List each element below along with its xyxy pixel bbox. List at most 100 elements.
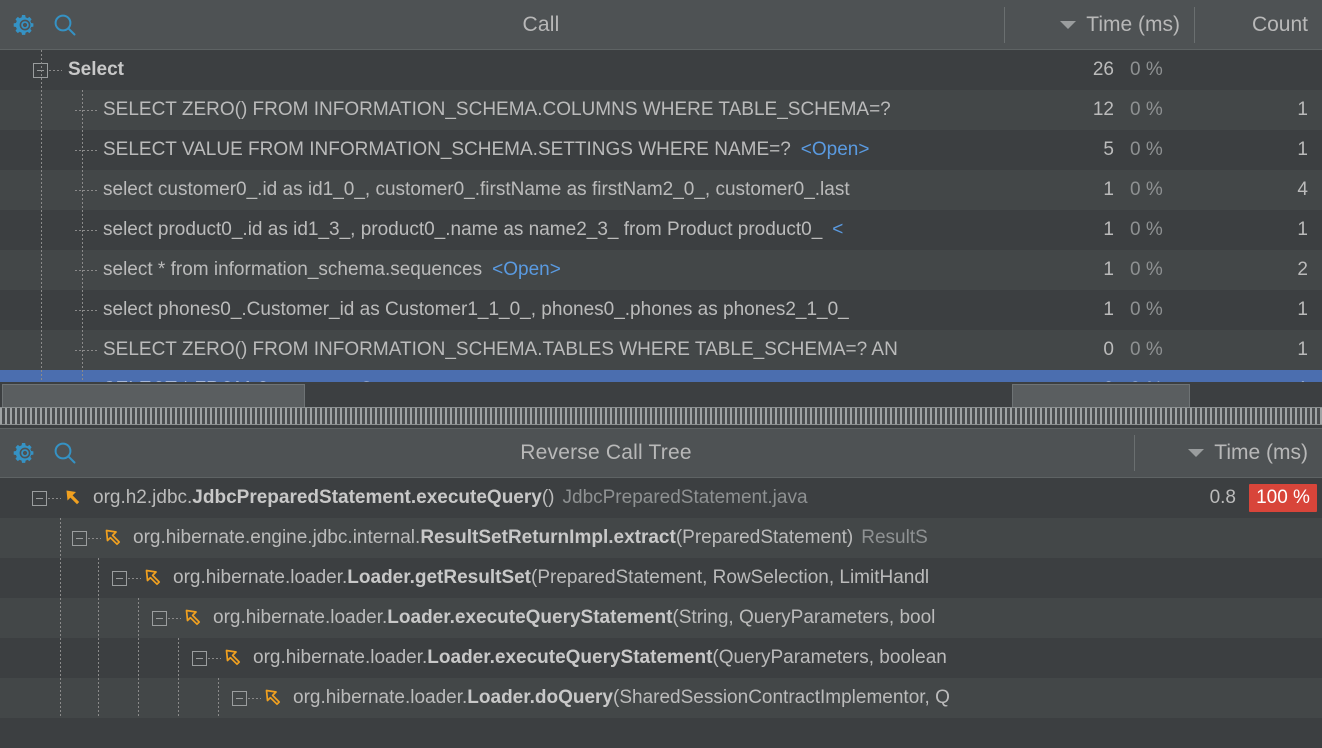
table-row[interactable]: select customer0_.id as id1_0_, customer… — [0, 170, 1322, 210]
cell-percent-badge: 100 % — [1244, 484, 1322, 512]
table-row[interactable]: select product0_.id as id1_3_, product0_… — [0, 210, 1322, 250]
tree-guide-dots — [88, 537, 101, 539]
tree-guide-dots — [75, 309, 97, 311]
tree-guide-dots — [75, 189, 97, 191]
table-row[interactable]: org.hibernate.loader. Loader.executeQuer… — [0, 598, 1322, 638]
cell-percent: 0 % — [1130, 339, 1163, 360]
cell-percent: 0 % — [1130, 299, 1163, 320]
tree-guide-dots — [128, 577, 141, 579]
call-package: org.hibernate.engine.jdbc.internal. — [133, 527, 421, 548]
tree-guide-dots — [75, 229, 97, 231]
expand-collapse-toggle[interactable] — [152, 610, 167, 626]
tree-guide-dots — [208, 657, 221, 659]
row-values: 0 0 % 1 — [1044, 370, 1322, 382]
row-values: 12 0 % 1 — [1044, 90, 1322, 130]
splitter-handle[interactable] — [0, 407, 1322, 425]
table-row[interactable]: org.hibernate.loader. Loader.executeQuer… — [0, 638, 1322, 678]
column-header-call[interactable]: Call — [78, 13, 1004, 37]
row-values: 5 0 % 1 — [1044, 130, 1322, 170]
tree-guide-dots — [75, 269, 97, 271]
call-package: org.h2.jdbc. — [93, 487, 193, 508]
column-header-time-lower[interactable]: Time (ms) — [1134, 435, 1322, 471]
table-row[interactable]: org.hibernate.loader. Loader.getResultSe… — [0, 558, 1322, 598]
table-row[interactable]: SELECT VALUE FROM INFORMATION_SCHEMA.SET… — [0, 130, 1322, 170]
row-values: 1 0 % 1 — [1044, 210, 1322, 250]
cell-count: 2 — [1297, 259, 1308, 280]
call-label: SELECT VALUE FROM INFORMATION_SCHEMA.SET… — [103, 139, 791, 160]
profiler-window: Call Time (ms) Count Select 26 0 % SELEC… — [0, 0, 1322, 748]
expand-collapse-toggle[interactable] — [112, 570, 127, 586]
call-label: select phones0_.Customer_id as Customer1… — [103, 299, 849, 320]
row-values: 26 0 % — [1044, 50, 1322, 90]
cell-time: 1 — [1103, 219, 1114, 240]
row-values: 1 0 % 4 — [1044, 170, 1322, 210]
table-row[interactable]: SELECT ZERO() FROM INFORMATION_SCHEMA.CO… — [0, 90, 1322, 130]
tree-guide-dots — [75, 349, 97, 351]
search-icon[interactable] — [52, 12, 78, 38]
call-method: ResultSetReturnImpl.extract — [420, 527, 676, 548]
call-label: SELECT ZERO() FROM INFORMATION_SCHEMA.CO… — [103, 99, 891, 120]
cell-time: 12 — [1092, 99, 1114, 120]
cell-time: 5 — [1103, 139, 1114, 160]
table-row[interactable]: select * from information_schema.sequenc… — [0, 250, 1322, 290]
arrow-up-left-outline-icon — [223, 647, 245, 669]
cell-count: 1 — [1194, 379, 1322, 382]
gear-icon[interactable] — [12, 440, 38, 466]
call-package: org.hibernate.loader. — [213, 607, 388, 628]
cell-count: 4 — [1297, 179, 1308, 200]
arrow-up-left-filled-icon — [63, 487, 85, 509]
horizontal-scrollbar-area[interactable] — [0, 382, 1322, 428]
expand-collapse-toggle[interactable] — [72, 530, 87, 546]
call-label: select * from information_schema.sequenc… — [103, 259, 483, 280]
cell-count: 1 — [1297, 219, 1308, 240]
tree-guide-dots — [168, 617, 181, 619]
call-tree-toolbar — [0, 12, 78, 38]
tree-guide-dots — [248, 697, 261, 699]
arrow-up-left-outline-icon — [103, 527, 125, 549]
cell-count: 1 — [1297, 339, 1308, 360]
cell-time: 1 — [1103, 259, 1114, 280]
row-values: 0 0 % 1 — [1044, 330, 1322, 370]
tree-guide-dots — [75, 109, 97, 111]
expand-collapse-toggle[interactable] — [232, 690, 247, 706]
table-row[interactable]: org.hibernate.loader. Loader.doQuery (Sh… — [0, 678, 1322, 718]
call-args: (PreparedStatement) — [675, 527, 854, 548]
table-row[interactable]: org.h2.jdbc. JdbcPreparedStatement.execu… — [0, 478, 1322, 518]
call-label: select product0_.id as id1_3_, product0_… — [103, 219, 823, 240]
table-row[interactable]: SELECT ZERO() FROM INFORMATION_SCHEMA.TA… — [0, 330, 1322, 370]
column-header-time-lower-label: Time (ms) — [1214, 441, 1308, 464]
call-tree[interactable]: Select 26 0 % SELECT ZERO() FROM INFORMA… — [0, 50, 1322, 382]
open-link[interactable]: < — [832, 219, 843, 241]
reverse-call-tree-toolbar — [0, 440, 78, 466]
open-link[interactable]: <Open> — [801, 139, 870, 161]
cell-time: 0.8 — [1209, 487, 1236, 508]
column-header-time[interactable]: Time (ms) — [1004, 6, 1194, 43]
cell-time: 0 — [1103, 339, 1114, 360]
cell-percent: 0 % — [1130, 59, 1163, 80]
expand-collapse-toggle[interactable] — [192, 650, 207, 666]
reverse-call-tree[interactable]: org.h2.jdbc. JdbcPreparedStatement.execu… — [0, 478, 1322, 748]
tree-guide-dots — [75, 149, 97, 151]
call-label: Select — [68, 59, 124, 80]
table-row[interactable]: select phones0_.Customer_id as Customer1… — [0, 290, 1322, 330]
column-header-reverse-call-tree[interactable]: Reverse Call Tree — [78, 441, 1134, 465]
cell-percent: 0 % — [1130, 139, 1163, 160]
table-row-selected[interactable]: SELECT * FROM Customer <Open> 0 0 % 1 — [0, 370, 1322, 382]
cell-count: 1 — [1297, 299, 1308, 320]
row-values: 1 0 % 2 — [1044, 250, 1322, 290]
table-row[interactable]: org.hibernate.engine.jdbc.internal. Resu… — [0, 518, 1322, 558]
call-label: SELECT ZERO() FROM INFORMATION_SCHEMA.TA… — [103, 339, 898, 360]
tree-guide-dots — [49, 69, 62, 71]
tree-guide-dots — [48, 497, 61, 499]
open-link[interactable]: <Open> — [492, 259, 561, 281]
arrow-up-left-outline-icon — [263, 687, 285, 709]
table-row[interactable]: Select 26 0 % — [0, 50, 1322, 90]
expand-collapse-toggle[interactable] — [32, 490, 47, 506]
column-header-count[interactable]: Count — [1194, 6, 1322, 43]
cell-percent: 0 % — [1122, 379, 1194, 382]
call-method: JdbcPreparedStatement.executeQuery — [192, 487, 542, 508]
call-source: ResultS — [861, 527, 928, 548]
gear-icon[interactable] — [12, 12, 38, 38]
row-values: 0.8 100 % — [1156, 478, 1322, 518]
search-icon[interactable] — [52, 440, 78, 466]
